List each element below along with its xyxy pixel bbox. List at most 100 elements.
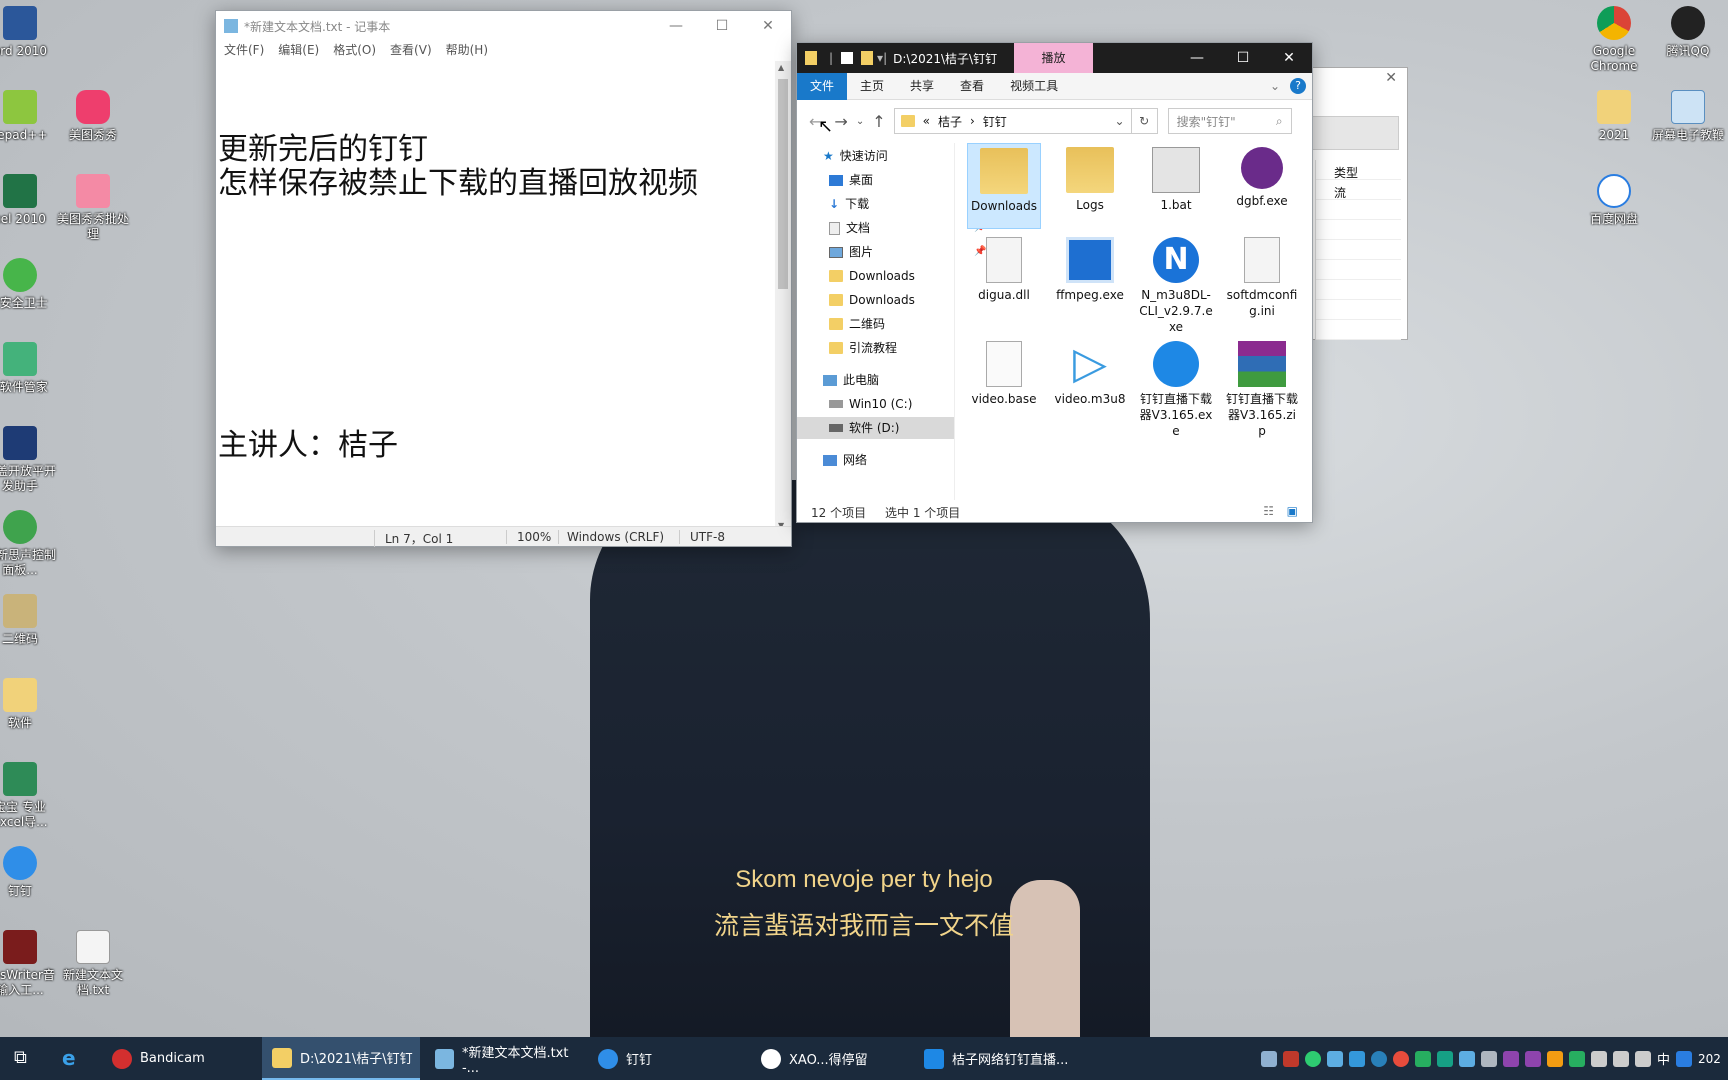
details-view-icon[interactable]: ☷ <box>1263 504 1274 518</box>
desktop-icon-360-software[interactable]: 0软件管家 <box>0 342 60 395</box>
tab-view[interactable]: 查看 <box>947 73 997 100</box>
nav-this-pc[interactable]: 此电脑 <box>823 369 879 391</box>
notepad-titlebar[interactable]: *新建文本文档.txt - 记事本 — ☐ ✕ <box>216 11 791 41</box>
desktop-icon-qrcode[interactable]: 二维码 <box>0 594 60 647</box>
ime-mode-icon[interactable] <box>1676 1050 1692 1067</box>
tray-app-icon[interactable] <box>1480 1050 1497 1067</box>
edge-icon[interactable]: e <box>62 1046 76 1070</box>
tab-video-tools[interactable]: 视频工具 <box>997 73 1071 100</box>
tray-app-icon[interactable] <box>1458 1050 1475 1067</box>
clock[interactable]: 202 <box>1698 1052 1721 1066</box>
forward-arrow-icon[interactable]: → <box>834 112 847 131</box>
desktop-icon-notepadpp[interactable]: tepad++ <box>0 90 60 143</box>
close-icon[interactable]: ✕ <box>1385 70 1397 86</box>
address-bar[interactable]: « 桔子 › 钉钉 ⌄ <box>893 108 1132 134</box>
microphone-icon[interactable] <box>1590 1050 1607 1067</box>
ime-indicator[interactable]: 中 <box>1657 1049 1670 1068</box>
ribbon-expand-icon[interactable]: ⌄ <box>1270 79 1280 93</box>
menu-format[interactable]: 格式(O) <box>333 41 376 61</box>
column-header-type[interactable]: 类型 <box>1334 164 1358 181</box>
nav-pictures[interactable]: 图片 📌 <box>829 241 986 263</box>
breadcrumb-dingding[interactable]: 钉钉 <box>983 113 1007 130</box>
file-item-dingtalk-zip[interactable]: 钉钉直播下载器V3.165.zip <box>1225 337 1299 439</box>
tray-app-icon[interactable] <box>1414 1050 1431 1067</box>
desktop-icon-pointer[interactable]: 屏幕电子教鞭 <box>1648 90 1728 143</box>
task-view-icon[interactable]: ⧉ <box>14 1047 27 1068</box>
tray-app-icon[interactable] <box>1348 1050 1365 1067</box>
network-icon[interactable] <box>1612 1050 1629 1067</box>
tray-app-icon[interactable] <box>1370 1050 1387 1067</box>
menu-edit[interactable]: 编辑(E) <box>278 41 319 61</box>
file-item-video-base[interactable]: video.base <box>967 337 1041 407</box>
explorer-window[interactable]: | ▾| D:\2021\桔子\钉钉 播放 — ☐ ✕ 文件 主页 共享 查看 … <box>796 42 1313 523</box>
desktop-icon-chrome[interactable]: Google Chrome <box>1574 6 1654 74</box>
explorer-titlebar[interactable]: | ▾| D:\2021\桔子\钉钉 播放 — ☐ ✕ <box>797 43 1312 73</box>
search-box[interactable]: 搜索"钉钉" ⌕ <box>1167 108 1292 134</box>
breadcrumb-overflow[interactable]: « <box>923 114 930 128</box>
tab-file[interactable]: 文件 <box>797 72 848 100</box>
desktop-icon-qq[interactable]: 腾讯QQ <box>1648 6 1728 59</box>
scroll-up-icon[interactable]: ▲ <box>778 63 784 72</box>
nav-documents[interactable]: 文档📌 <box>829 217 986 239</box>
nav-downloads-1[interactable]: Downloads <box>829 265 915 287</box>
close-button[interactable]: ✕ <box>745 11 791 41</box>
file-item-ffmpeg[interactable]: ffmpeg.exe <box>1053 233 1127 303</box>
nav-downloads-cn[interactable]: ↓下载📌 <box>829 193 986 215</box>
file-item-digua[interactable]: digua.dll <box>967 233 1041 303</box>
file-item-dgbf[interactable]: dgbf.exe <box>1225 143 1299 209</box>
nav-traffic-tutorial[interactable]: 引流教程 <box>829 337 897 359</box>
menu-view[interactable]: 查看(V) <box>390 41 432 61</box>
qat-dropdown-icon[interactable]: ▾| <box>877 51 887 65</box>
menu-file[interactable]: 文件(F) <box>224 41 264 61</box>
tray-app-icon[interactable] <box>1260 1050 1277 1067</box>
breadcrumb-juzi[interactable]: 桔子 <box>938 113 962 130</box>
file-item-logs[interactable]: Logs <box>1053 143 1127 213</box>
desktop-icon-2021[interactable]: 2021 <box>1574 90 1654 143</box>
desktop-icon-sound-panel[interactable]: 奢新思声控制面板... <box>0 510 60 578</box>
taskbar-dingtalk[interactable]: 钉钉 <box>588 1037 746 1080</box>
taskbar-music[interactable]: XAO...得停留 <box>751 1037 909 1080</box>
desktop-icon-baidu-pan[interactable]: 百度网盘 <box>1574 174 1654 227</box>
tray-app-icon[interactable] <box>1502 1050 1519 1067</box>
maximize-button[interactable]: ☐ <box>1220 43 1266 73</box>
capswriter-tray-icon[interactable] <box>1282 1050 1299 1067</box>
desktop-icon-dev-helper[interactable]: 钉盖开放平开发助手 <box>0 426 60 494</box>
desktop-icon-excel[interactable]: cel 2010 <box>0 174 60 227</box>
help-icon[interactable]: ? <box>1290 78 1306 94</box>
nav-drive-d[interactable]: 软件 (D:) <box>797 417 954 439</box>
notepad-window[interactable]: *新建文本文档.txt - 记事本 — ☐ ✕ 文件(F) 编辑(E) 格式(O… <box>215 10 792 547</box>
refresh-icon[interactable]: ↻ <box>1131 108 1158 134</box>
file-item-1bat[interactable]: 1.bat <box>1139 143 1213 213</box>
nav-qrcode[interactable]: 二维码 <box>829 313 885 335</box>
file-item-n-m3u8dl[interactable]: N N_m3u8DL-CLI_v2.9.7.exe <box>1139 233 1213 335</box>
nav-drive-c[interactable]: Win10 (C:) <box>829 393 912 415</box>
file-item-softdmconfig[interactable]: softdmconfig.ini <box>1225 233 1299 319</box>
desktop-icon-software[interactable]: 软件 <box>0 678 60 731</box>
nav-downloads-2[interactable]: Downloads <box>829 289 915 311</box>
close-button[interactable]: ✕ <box>1266 43 1312 73</box>
tab-home[interactable]: 主页 <box>847 73 897 100</box>
taskbar-explorer[interactable]: D:\2021\桔子\钉钉 <box>262 1037 420 1080</box>
text-editor[interactable]: 更新完后的钉钉 怎样保存被禁止下载的直播回放视频 主讲人：桔子 <box>216 61 776 532</box>
maximize-button[interactable]: ☐ <box>699 11 745 41</box>
menu-help[interactable]: 帮助(H) <box>446 41 488 61</box>
desktop-icon-excel-export[interactable]: 宝宝 专业Excel导... <box>0 762 60 830</box>
desktop-icon-meitu-batch[interactable]: 美图秀秀批处理 <box>53 174 133 242</box>
desktop-icon-dingtalk[interactable]: 钉钉 <box>0 846 60 899</box>
tray-app-icon[interactable] <box>1326 1050 1343 1067</box>
recent-dropdown-icon[interactable]: ⌄ <box>856 116 864 127</box>
volume-icon[interactable] <box>1634 1050 1651 1067</box>
file-item-dingtalk-exe[interactable]: 钉钉直播下载器V3.165.exe <box>1139 337 1213 439</box>
scrollbar-thumb[interactable] <box>778 79 788 289</box>
minimize-button[interactable]: — <box>1174 43 1220 73</box>
desktop-icon-meitu[interactable]: 美图秀秀 <box>53 90 133 143</box>
file-item-downloads[interactable]: Downloads <box>967 143 1041 229</box>
desktop-icon-capswriter[interactable]: apsWriter音输入工... <box>0 930 60 998</box>
file-item-video-m3u8[interactable]: ▷ video.m3u8 <box>1053 337 1127 407</box>
tab-share[interactable]: 共享 <box>897 73 947 100</box>
nvidia-icon[interactable] <box>1568 1050 1585 1067</box>
wechat-icon[interactable] <box>1304 1050 1321 1067</box>
context-tab-play[interactable]: 播放 <box>1014 43 1093 73</box>
address-dropdown-icon[interactable]: ⌄ <box>1115 114 1125 128</box>
new-folder-icon[interactable] <box>861 51 874 65</box>
